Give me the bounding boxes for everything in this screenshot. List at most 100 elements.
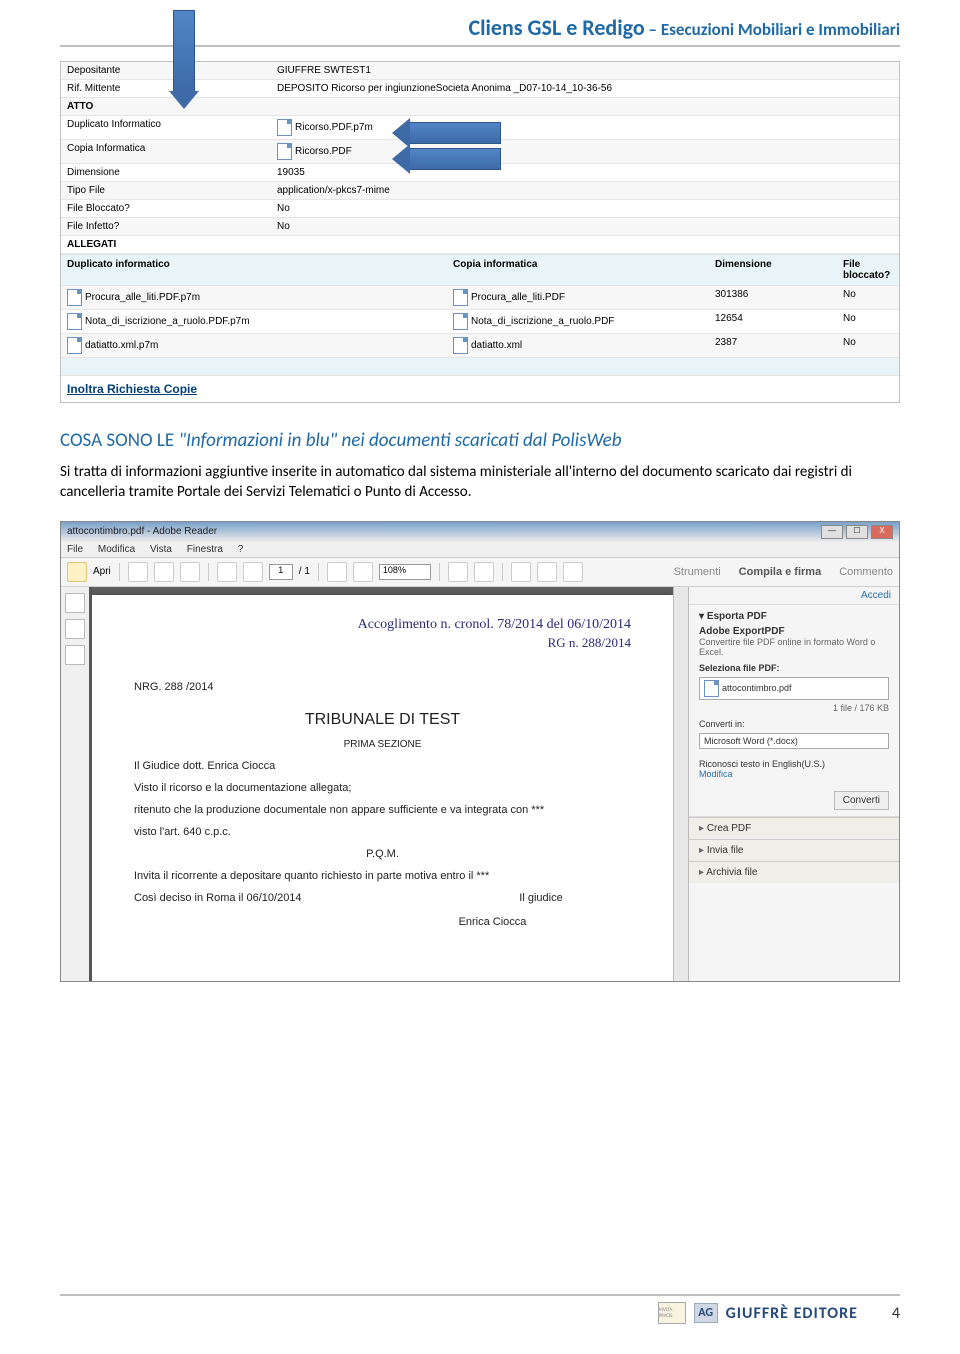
thumbnails-icon[interactable] xyxy=(65,593,85,613)
page-total: / 1 xyxy=(299,566,310,577)
selected-file: attocontimbro.pdf xyxy=(722,682,792,692)
doc-court: TRIBUNALE DI TEST xyxy=(134,711,631,729)
menu-file[interactable]: File xyxy=(67,544,83,555)
comment-icon[interactable] xyxy=(511,562,531,582)
detail-label: Depositante xyxy=(61,62,271,79)
detail-value: Ricorso.PDF.p7m xyxy=(271,116,899,139)
logo-square: MVLTA PAVCIS xyxy=(658,1302,686,1324)
page-up-icon[interactable] xyxy=(217,562,237,582)
folder-icon[interactable] xyxy=(67,562,87,582)
print-icon[interactable] xyxy=(154,562,174,582)
window-buttons: — ☐ X xyxy=(821,525,893,539)
left-toolbar xyxy=(61,587,92,981)
toolbar: Apri 1 / 1 108% Strumenti Compila e firm xyxy=(61,558,899,587)
modify-link[interactable]: Modifica xyxy=(699,769,889,779)
convert-select[interactable]: Microsoft Word (*.docx) xyxy=(699,733,889,749)
pdf-icon xyxy=(277,119,292,136)
col-header: Duplicato informatico xyxy=(61,255,447,285)
open-label[interactable]: Apri xyxy=(93,566,111,577)
doc-section: PRIMA SEZIONE xyxy=(134,739,631,750)
doc-p6b: Il giudice xyxy=(451,892,631,904)
table-row: Nota_di_iscrizione_a_ruolo.PDF.p7mNota_d… xyxy=(61,310,899,334)
detail-value xyxy=(271,98,899,115)
maximize-button[interactable]: ☐ xyxy=(846,525,868,539)
detail-value: 19035 xyxy=(271,164,899,181)
pdf-icon xyxy=(277,143,292,160)
title-quote: "Informazioni in blu" xyxy=(178,429,337,452)
pdf-icon xyxy=(704,680,719,697)
section-heading: COSA SONO LE "Informazioni in blu" nei d… xyxy=(60,429,900,452)
bookmarks-icon[interactable] xyxy=(65,619,85,639)
detail-label: Tipo File xyxy=(61,182,271,199)
col-header: File bloccato? xyxy=(837,255,899,285)
page-footer: MVLTA PAVCIS AG GIUFFRÈ EDITORE 4 xyxy=(60,1294,900,1324)
menu-view[interactable]: Vista xyxy=(150,544,172,555)
zoom-in-icon[interactable] xyxy=(353,562,373,582)
convert-button[interactable]: Converti xyxy=(834,791,889,810)
detail-label: File Bloccato? xyxy=(61,200,271,217)
document-page: Accoglimento n. cronol. 78/2014 del 06/1… xyxy=(92,595,673,981)
doc-p2: Visto il ricorso e la documentazione all… xyxy=(134,782,631,794)
doc-p4: visto l'art. 640 c.p.c. xyxy=(134,826,631,838)
close-button[interactable]: X xyxy=(871,525,893,539)
col-header: Dimensione xyxy=(709,255,837,285)
detail-label: Duplicato Informatico xyxy=(61,116,271,139)
document-area: Accoglimento n. cronol. 78/2014 del 06/1… xyxy=(92,587,673,981)
save-icon[interactable] xyxy=(128,562,148,582)
sign-icon[interactable] xyxy=(537,562,557,582)
create-pdf-link[interactable]: Crea PDF xyxy=(689,817,899,839)
detail-label: File Infetto? xyxy=(61,218,271,235)
doc-pqm: P.Q.M. xyxy=(134,848,631,860)
attachments-icon[interactable] xyxy=(65,645,85,665)
tool-icon[interactable] xyxy=(474,562,494,582)
tab-tools[interactable]: Strumenti xyxy=(674,566,721,578)
detail-value: Ricorso.PDF xyxy=(271,140,899,163)
tool-icon[interactable] xyxy=(563,562,583,582)
export-title[interactable]: Esporta PDF xyxy=(707,611,767,622)
logo-ag: AG xyxy=(694,1303,718,1323)
file-count: 1 file / 176 KB xyxy=(699,703,889,713)
stamp-line2: RG n. 288/2014 xyxy=(134,635,631,651)
scrollbar[interactable] xyxy=(673,587,688,981)
minimize-button[interactable]: — xyxy=(821,525,843,539)
screenshot-details-table: DepositanteGIUFFRE SWTEST1Rif. MittenteD… xyxy=(60,61,900,403)
pdf-icon xyxy=(453,313,468,330)
zoom-out-icon[interactable] xyxy=(327,562,347,582)
send-file-link[interactable]: Invia file xyxy=(689,839,899,861)
doc-p5: Invita il ricorrente a depositare quanto… xyxy=(134,870,631,882)
export-sub: Adobe ExportPDF xyxy=(699,626,889,637)
detail-label: ATTO xyxy=(61,98,271,115)
page-down-icon[interactable] xyxy=(243,562,263,582)
screenshot-adobe-reader: attocontimbro.pdf - Adobe Reader — ☐ X F… xyxy=(60,521,900,982)
menu-edit[interactable]: Modifica xyxy=(98,544,135,555)
title-pre: COSA SONO LE xyxy=(60,429,178,452)
window-titlebar: attocontimbro.pdf - Adobe Reader — ☐ X xyxy=(61,522,899,542)
section-paragraph: Si tratta di informazioni aggiuntive ins… xyxy=(60,462,900,503)
archive-file-link[interactable]: Archivia file xyxy=(689,861,899,883)
mail-icon[interactable] xyxy=(180,562,200,582)
tool-icon[interactable] xyxy=(448,562,468,582)
detail-label: Dimensione xyxy=(61,164,271,181)
arrow-down-icon xyxy=(173,10,195,92)
table-row: Procura_alle_liti.PDF.p7mProcura_alle_li… xyxy=(61,286,899,310)
tab-fill-sign[interactable]: Compila e firma xyxy=(739,566,822,578)
pdf-icon xyxy=(67,337,82,354)
tab-comment[interactable]: Commento xyxy=(839,566,893,578)
menu-window[interactable]: Finestra xyxy=(187,544,223,555)
request-copies-link[interactable]: Inoltra Richiesta Copie xyxy=(61,376,899,402)
select-file-label: Seleziona file PDF: xyxy=(699,663,889,673)
pdf-icon xyxy=(453,289,468,306)
login-link[interactable]: Accedi xyxy=(861,590,891,601)
export-desc: Convertire file PDF online in formato Wo… xyxy=(699,637,889,657)
page-input[interactable]: 1 xyxy=(269,564,293,580)
detail-value xyxy=(271,236,899,253)
doc-p1: Il Giudice dott. Enrica Ciocca xyxy=(134,760,631,772)
zoom-input[interactable]: 108% xyxy=(379,564,431,580)
table-row: datiatto.xml.p7mdatiatto.xml2387No xyxy=(61,334,899,358)
stamp-line1: Accoglimento n. cronol. 78/2014 del 06/1… xyxy=(134,617,631,633)
detail-value: No xyxy=(271,200,899,217)
pdf-icon xyxy=(453,337,468,354)
attachments-table-header: Duplicato informatico Copia informatica … xyxy=(61,254,899,286)
detail-value: DEPOSITO Ricorso per ingiunzioneSocieta … xyxy=(271,80,899,97)
menu-help[interactable]: ? xyxy=(238,544,244,555)
